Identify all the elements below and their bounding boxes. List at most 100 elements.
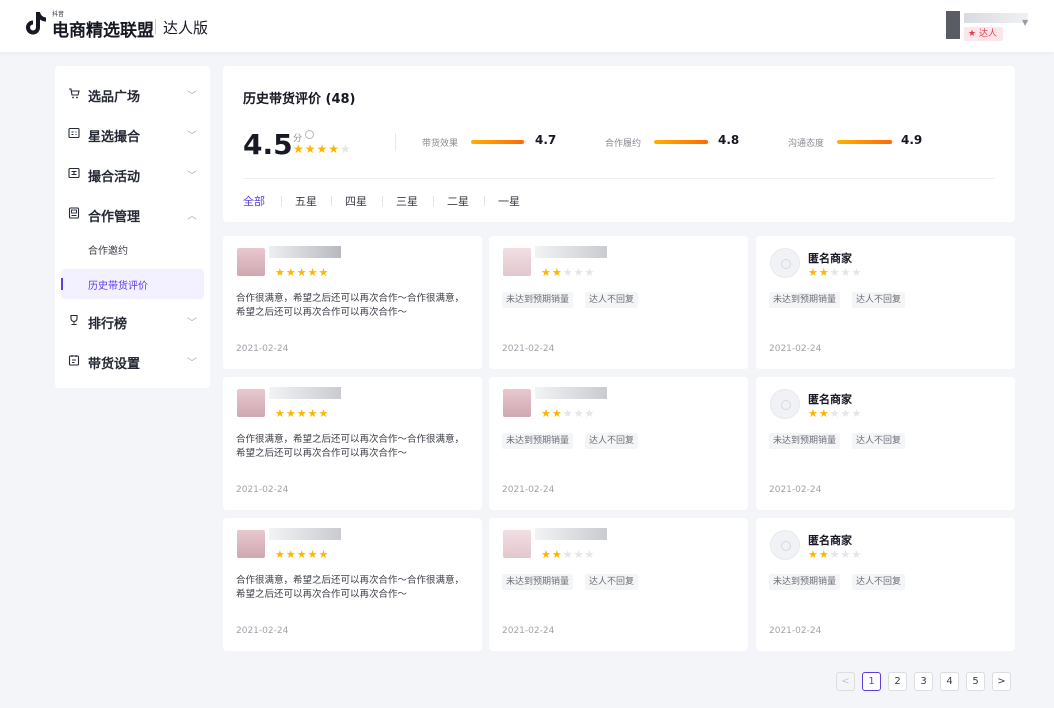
sidebar-subitem-history-review[interactable]: 历史带货评价 <box>61 269 204 299</box>
review-stars: ★★★★★ <box>275 548 330 561</box>
user-menu[interactable]: ★ 达人 <box>944 11 1032 41</box>
shop-icon <box>68 87 80 99</box>
merchant-name-blurred <box>535 387 607 399</box>
metric-progress-fill <box>654 140 708 144</box>
page-button-5[interactable]: 5 <box>966 672 985 691</box>
review-comment: 合作很满意，希望之后还可以再次合作～合作很满意，希望之后还可以再次合作可以再次合… <box>236 575 465 600</box>
settings-icon <box>68 354 80 366</box>
review-card: 匿名商家 ★★★★★ 未达到预期销量 达人不回复 2021-02-24 <box>756 236 1015 369</box>
sidebar: 选品广场 ﹀ 星选撮合 ﹀ 撮合活动 ﹀ 合作管理 ︿ 合作邀约 历史带货评价 … <box>55 66 210 388</box>
page-button-2[interactable]: 2 <box>888 672 907 691</box>
sidebar-item-ranking[interactable]: 排行榜 ﹀ <box>55 301 210 341</box>
overall-stars: ★★★★★ <box>293 142 352 156</box>
next-page-button[interactable]: > <box>992 672 1011 691</box>
metric-value: 4.7 <box>535 133 557 147</box>
brand-version: 达人版 <box>163 19 209 37</box>
merchant-avatar-blurred <box>237 530 265 558</box>
review-card: 匿名商家 ★★★★★ 未达到预期销量 达人不回复 2021-02-24 <box>756 377 1015 510</box>
sidebar-subitem-invitation[interactable]: 合作邀约 <box>61 234 204 264</box>
chevron-up-icon: ︿ <box>187 211 197 222</box>
review-date: 2021-02-24 <box>502 485 555 495</box>
page-title: 历史带货评价 (48) <box>243 92 356 107</box>
trophy-icon <box>68 314 80 326</box>
review-tag: 未达到预期销量 <box>502 292 574 308</box>
anonymous-avatar-icon <box>770 248 800 278</box>
review-tag: 达人不回复 <box>585 292 639 308</box>
review-stars: ★★★★★ <box>275 407 330 420</box>
merchant-avatar-blurred <box>237 389 265 417</box>
user-name-blurred <box>964 13 1028 23</box>
tab-divider <box>382 196 383 206</box>
tab-two-star[interactable]: 二星 <box>447 193 469 209</box>
review-stars: ★★★★★ <box>808 266 863 279</box>
review-tag: 未达到预期销量 <box>502 574 574 590</box>
tab-divider <box>433 196 434 206</box>
sidebar-item-cooperation[interactable]: 合作管理 ︿ <box>55 194 210 234</box>
brand-title[interactable]: 电商精选联盟 <box>52 16 154 41</box>
merchant-name: 匿名商家 <box>808 252 852 265</box>
tab-four-star[interactable]: 四星 <box>345 193 367 209</box>
douyin-logo-icon[interactable] <box>22 10 48 36</box>
metric-label: 带货效果 <box>422 139 459 149</box>
review-card: ★★★★★ 未达到预期销量 达人不回复 2021-02-24 <box>489 518 748 651</box>
sidebar-item-label: 排行榜 <box>88 317 128 332</box>
overall-score: 4.5 <box>243 128 293 161</box>
divider <box>243 178 995 179</box>
tab-three-star[interactable]: 三星 <box>396 193 418 209</box>
sidebar-item-product-square[interactable]: 选品广场 ﹀ <box>55 74 210 114</box>
tab-all[interactable]: 全部 <box>243 193 265 209</box>
chevron-down-icon: ﹀ <box>187 318 197 329</box>
sidebar-item-match-activity[interactable]: 撮合活动 ﹀ <box>55 154 210 194</box>
merchant-avatar-blurred <box>237 248 265 276</box>
review-card: ★★★★★ 合作很满意，希望之后还可以再次合作～合作很满意，希望之后还可以再次合… <box>223 518 482 651</box>
review-stars: ★★★★★ <box>541 548 596 561</box>
merchant-avatar-blurred <box>503 389 531 417</box>
review-tag: 未达到预期销量 <box>769 292 841 308</box>
review-comment: 合作很满意，希望之后还可以再次合作～合作很满意，希望之后还可以再次合作可以再次合… <box>236 293 465 318</box>
page-button-3[interactable]: 3 <box>914 672 933 691</box>
page-button-1[interactable]: 1 <box>862 672 881 691</box>
page-button-4[interactable]: 4 <box>940 672 959 691</box>
sidebar-item-star-match[interactable]: 星选撮合 ﹀ <box>55 114 210 154</box>
review-card: ★★★★★ 合作很满意，希望之后还可以再次合作～合作很满意，希望之后还可以再次合… <box>223 377 482 510</box>
metric-progress-fill <box>471 140 524 144</box>
review-card: 匿名商家 ★★★★★ 未达到预期销量 达人不回复 2021-02-24 <box>756 518 1015 651</box>
user-menu-caret-icon[interactable]: ▼ <box>1022 18 1028 27</box>
sidebar-subitem-label: 历史带货评价 <box>88 281 148 292</box>
review-date: 2021-02-24 <box>502 626 555 636</box>
review-stars: ★★★★★ <box>541 266 596 279</box>
merchant-name: 匿名商家 <box>808 393 852 406</box>
sidebar-item-label: 星选撮合 <box>88 130 141 145</box>
avatar <box>946 11 960 39</box>
sidebar-item-sales-settings[interactable]: 带货设置 ﹀ <box>55 341 210 381</box>
metric-progress-bar <box>654 140 710 144</box>
review-tag: 达人不回复 <box>585 433 639 449</box>
review-card: ★★★★★ 合作很满意，希望之后还可以再次合作～合作很满意，希望之后还可以再次合… <box>223 236 482 369</box>
sidebar-item-label: 合作管理 <box>88 210 141 225</box>
brand-divider <box>155 19 156 34</box>
prev-page-button[interactable]: < <box>836 672 855 691</box>
metric-label: 沟通态度 <box>788 139 825 149</box>
merchant-name-blurred <box>535 528 607 540</box>
anonymous-avatar-icon <box>770 389 800 419</box>
review-date: 2021-02-24 <box>502 344 555 354</box>
review-stars: ★★★★★ <box>808 548 863 561</box>
tab-five-star[interactable]: 五星 <box>295 193 317 209</box>
merchant-name-blurred <box>269 246 341 258</box>
review-stars: ★★★★★ <box>808 407 863 420</box>
tab-divider <box>331 196 332 206</box>
metric-label: 合作履约 <box>605 139 642 149</box>
active-indicator <box>61 278 63 290</box>
merchant-avatar-blurred <box>503 248 531 276</box>
review-stars: ★★★★★ <box>275 266 330 279</box>
sidebar-item-label: 带货设置 <box>88 357 141 372</box>
chevron-down-icon: ﹀ <box>187 358 197 369</box>
help-icon[interactable] <box>305 130 314 139</box>
tab-one-star[interactable]: 一星 <box>498 193 520 209</box>
merchant-name-blurred <box>269 528 341 540</box>
review-card: ★★★★★ 未达到预期销量 达人不回复 2021-02-24 <box>489 236 748 369</box>
sidebar-item-label: 撮合活动 <box>88 170 141 185</box>
cooperation-icon <box>68 207 80 219</box>
metric-value: 4.8 <box>718 133 740 147</box>
review-tag: 达人不回复 <box>852 292 906 308</box>
